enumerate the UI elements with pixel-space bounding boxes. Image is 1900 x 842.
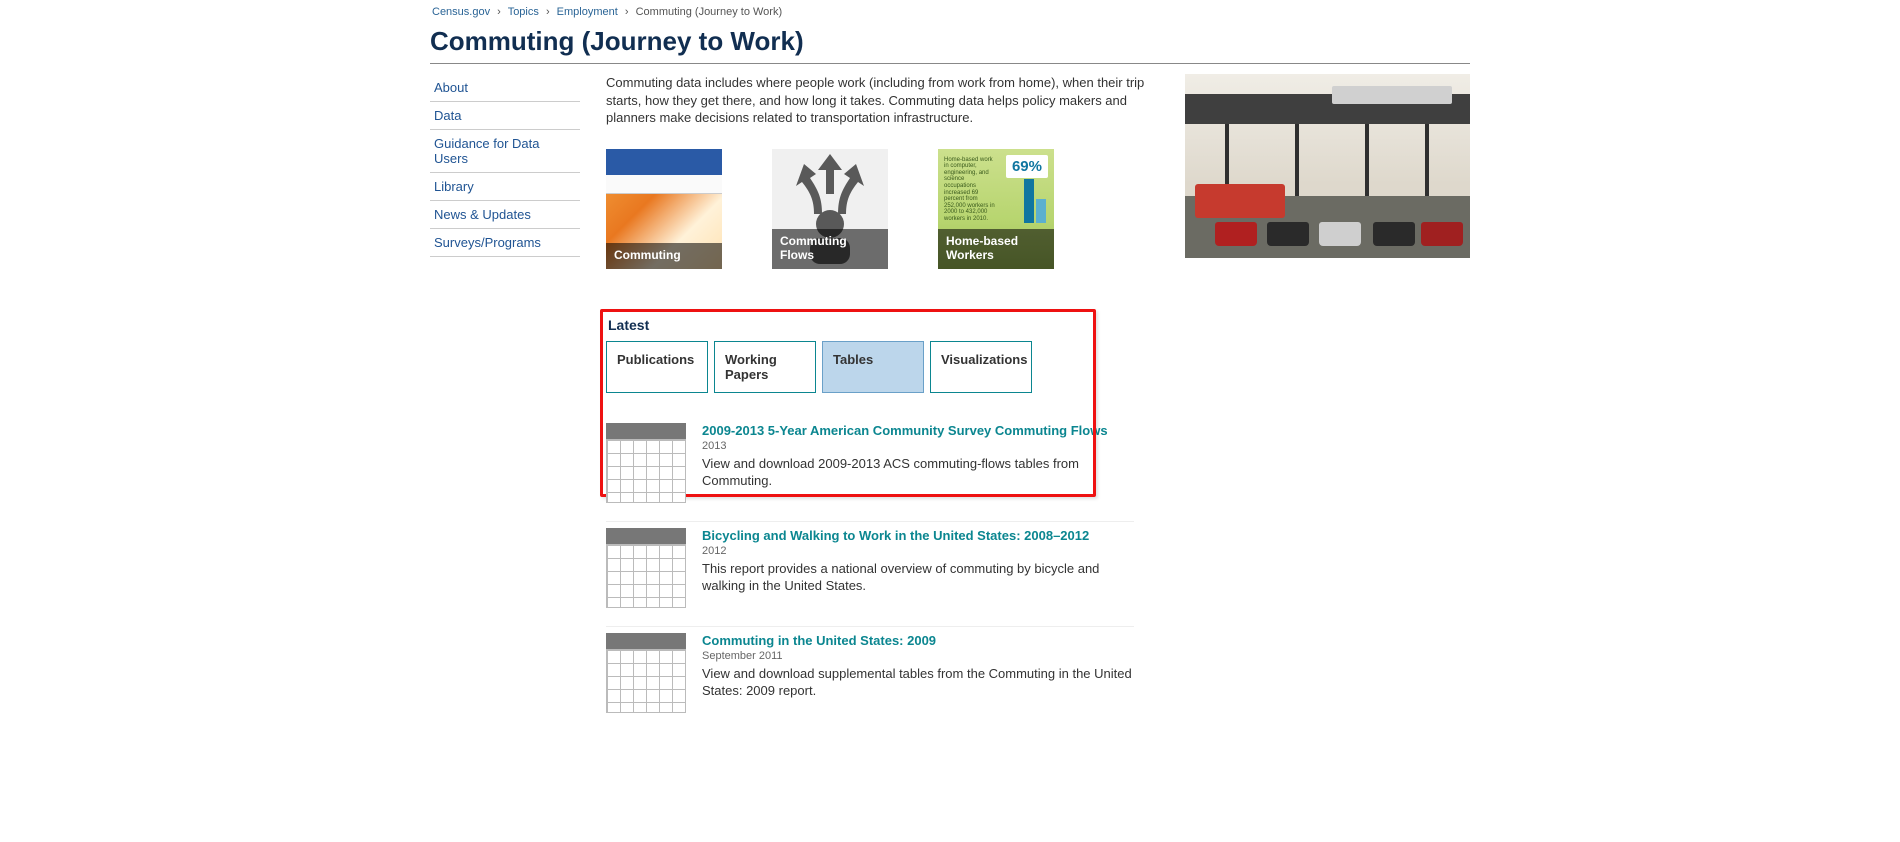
item-date: 2013 (702, 440, 1134, 452)
card-commuting-flows[interactable]: Commuting Flows (772, 149, 888, 269)
hero-image (1185, 74, 1470, 258)
topic-cards: Commuting (606, 149, 1145, 269)
sidebar-item-about[interactable]: About (430, 74, 580, 102)
latest-title: Latest (608, 317, 1145, 333)
sidebar-item-news[interactable]: News & Updates (430, 201, 580, 229)
card-note: Home-based work in computer, engineering… (944, 157, 998, 223)
item-desc: View and download 2009-2013 ACS commutin… (702, 455, 1134, 490)
item-date: September 2011 (702, 650, 1134, 662)
tab-working-papers[interactable]: Working Papers (714, 341, 816, 393)
latest-list: 2009-2013 5-Year American Community Surv… (606, 417, 1134, 731)
card-label: Commuting Flows (772, 229, 888, 269)
card-home-based-workers[interactable]: 69% Home-based work in computer, enginee… (938, 149, 1054, 269)
item-title-link[interactable]: Commuting in the United States: 2009 (702, 633, 1134, 648)
bar-icon (1036, 199, 1046, 223)
sidebar: About Data Guidance for Data Users Libra… (430, 74, 580, 257)
table-thumbnail-icon (606, 423, 686, 503)
breadcrumb: Census.gov › Topics › Employment › Commu… (430, 6, 1470, 24)
intro-text: Commuting data includes where people wor… (606, 74, 1145, 127)
item-title-link[interactable]: 2009-2013 5-Year American Community Surv… (702, 423, 1134, 438)
item-desc: This report provides a national overview… (702, 560, 1134, 595)
tab-publications[interactable]: Publications (606, 341, 708, 393)
sidebar-item-surveys[interactable]: Surveys/Programs (430, 229, 580, 257)
sidebar-item-library[interactable]: Library (430, 173, 580, 201)
list-item: Commuting in the United States: 2009 Sep… (606, 626, 1134, 731)
tab-tables[interactable]: Tables (822, 341, 924, 393)
card-commuting[interactable]: Commuting (606, 149, 722, 269)
table-thumbnail-icon (606, 528, 686, 608)
title-divider (430, 63, 1470, 64)
list-item: 2009-2013 5-Year American Community Surv… (606, 417, 1134, 521)
latest-section: Latest Publications Working Papers Table… (606, 317, 1145, 731)
latest-tabs: Publications Working Papers Tables Visua… (606, 341, 1145, 393)
card-label: Commuting (606, 243, 722, 269)
table-thumbnail-icon (606, 633, 686, 713)
breadcrumb-current: Commuting (Journey to Work) (636, 6, 783, 18)
breadcrumb-link[interactable]: Employment (557, 6, 618, 18)
card-stat: 69% (1006, 155, 1048, 178)
bar-icon (1024, 179, 1034, 223)
tab-visualizations[interactable]: Visualizations (930, 341, 1032, 393)
item-title-link[interactable]: Bicycling and Walking to Work in the Uni… (702, 528, 1134, 543)
list-item: Bicycling and Walking to Work in the Uni… (606, 521, 1134, 626)
item-desc: View and download supplemental tables fr… (702, 665, 1134, 700)
page-title: Commuting (Journey to Work) (430, 24, 1470, 63)
card-label: Home-based Workers (938, 229, 1054, 269)
breadcrumb-link[interactable]: Topics (508, 6, 539, 18)
sidebar-item-data[interactable]: Data (430, 102, 580, 130)
item-date: 2012 (702, 545, 1134, 557)
breadcrumb-link[interactable]: Census.gov (432, 6, 490, 18)
sidebar-item-guidance[interactable]: Guidance for Data Users (430, 130, 580, 173)
